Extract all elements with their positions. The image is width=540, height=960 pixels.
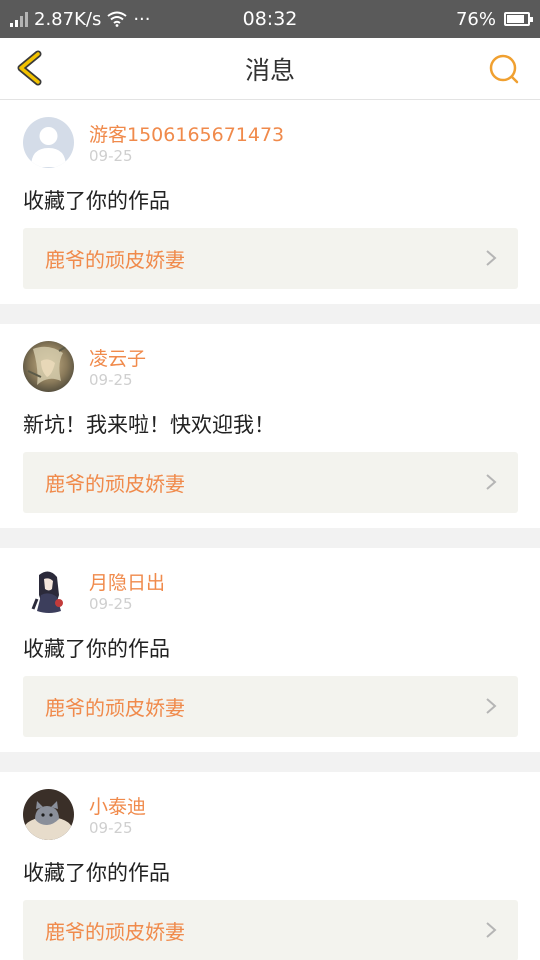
chevron-right-icon (486, 474, 497, 490)
timestamp: 09-25 (89, 371, 133, 389)
message-text: 收藏了你的作品 (23, 861, 170, 885)
work-link[interactable]: 鹿爷的顽皮娇妻 (23, 452, 518, 513)
work-title: 鹿爷的顽皮娇妻 (45, 696, 185, 720)
work-link[interactable]: 鹿爷的顽皮娇妻 (23, 676, 518, 737)
timestamp: 09-25 (89, 595, 133, 613)
timestamp: 09-25 (89, 819, 133, 837)
avatar[interactable] (23, 341, 74, 392)
work-title: 鹿爷的顽皮娇妻 (45, 472, 185, 496)
chevron-right-icon (486, 698, 497, 714)
avatar[interactable] (23, 789, 74, 840)
message-text: 收藏了你的作品 (23, 189, 170, 213)
battery-percent: 76% (455, 8, 496, 30)
page-title: 消息 (244, 56, 295, 85)
message-card: 游客1506165671473 09-25 收藏了你的作品 鹿爷的顽皮娇妻 (0, 100, 540, 304)
status-right: 76% (455, 0, 533, 38)
status-bar: 2.87K/s ··· 08:32 76% (0, 0, 540, 38)
message-card: 月隐日出 09-25 收藏了你的作品 鹿爷的顽皮娇妻 (0, 548, 540, 752)
screen: 2.87K/s ··· 08:32 76% 消息 游客1506165671473… (0, 0, 540, 960)
cat-avatar-icon (23, 789, 74, 840)
anime-warrior-avatar-icon (23, 341, 74, 392)
username[interactable]: 小泰迪 (89, 792, 146, 819)
nav-bar: 消息 (0, 38, 540, 100)
chevron-right-icon (486, 250, 497, 266)
timestamp: 09-25 (89, 147, 133, 165)
username[interactable]: 游客1506165671473 (89, 120, 284, 147)
work-link[interactable]: 鹿爷的顽皮娇妻 (23, 228, 518, 289)
message-text: 收藏了你的作品 (23, 637, 170, 661)
message-card: 凌云子 09-25 新坑！我来啦！快欢迎我！ 鹿爷的顽皮娇妻 (0, 324, 540, 528)
work-title: 鹿爷的顽皮娇妻 (45, 248, 185, 272)
avatar[interactable] (23, 117, 74, 168)
work-link[interactable]: 鹿爷的顽皮娇妻 (23, 900, 518, 960)
search-icon (489, 54, 519, 84)
default-user-avatar-icon (23, 117, 74, 168)
anime-girl-avatar-icon (23, 565, 74, 616)
message-card: 小泰迪 09-25 收藏了你的作品 鹿爷的顽皮娇妻 (0, 772, 540, 960)
chevron-right-icon (486, 922, 497, 938)
work-title: 鹿爷的顽皮娇妻 (45, 920, 185, 944)
username[interactable]: 月隐日出 (89, 568, 165, 595)
search-button[interactable] (488, 53, 520, 85)
username[interactable]: 凌云子 (89, 344, 146, 371)
message-text: 新坑！我来啦！快欢迎我！ (23, 413, 275, 437)
message-list: 游客1506165671473 09-25 收藏了你的作品 鹿爷的顽皮娇妻 凌云… (0, 100, 540, 960)
avatar[interactable] (23, 565, 74, 616)
battery-icon (504, 12, 533, 26)
